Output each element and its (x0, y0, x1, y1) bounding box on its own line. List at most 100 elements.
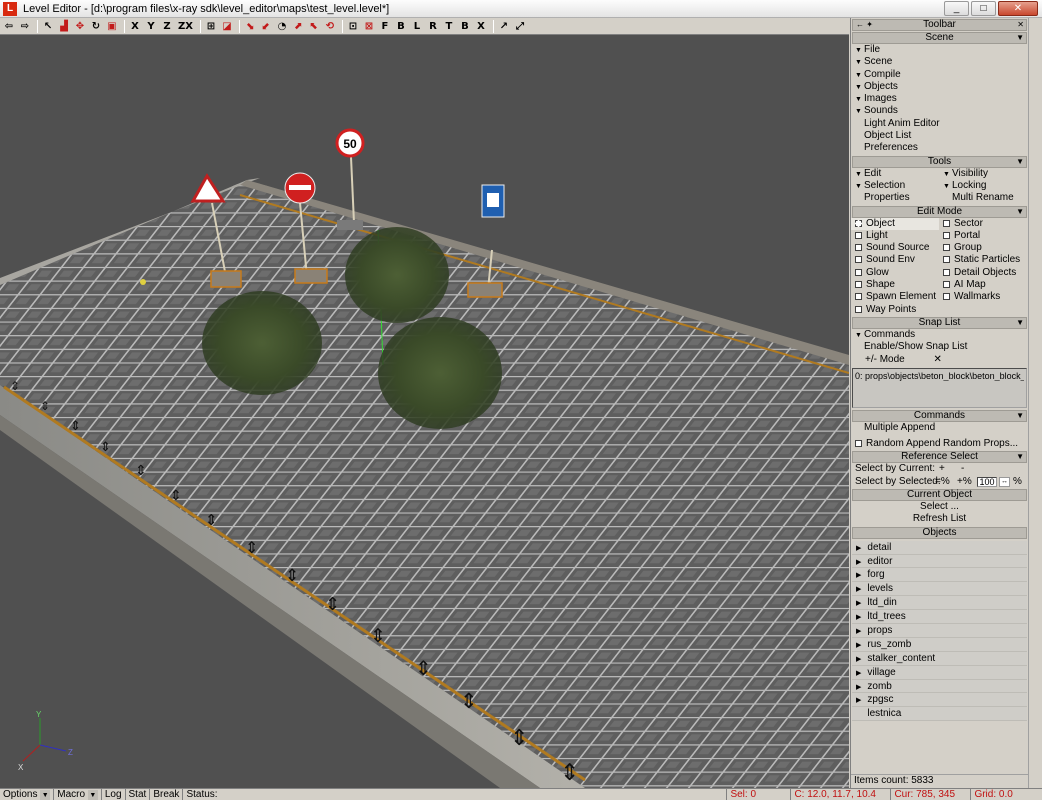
scene-menu-file[interactable]: ▼ File (851, 44, 1028, 56)
preferences-link[interactable]: Preferences (851, 142, 1028, 154)
view-back-button[interactable]: B (394, 19, 408, 34)
expand-arrow-icon[interactable]: ▶ (856, 697, 861, 704)
object-list-link[interactable]: Object List (851, 130, 1028, 142)
camera-mode-icon[interactable]: ↗ (497, 19, 511, 34)
undo-icon[interactable]: ⇦ (2, 19, 16, 34)
select-percent-input[interactable]: 100 (977, 476, 997, 487)
close-button[interactable]: ✕ (998, 1, 1038, 16)
edit-mode-sound-env[interactable]: Sound Env (851, 254, 939, 266)
tree-item[interactable]: ▶ props (852, 624, 1027, 638)
edit-mode-detail-objects[interactable]: Detail Objects (939, 267, 1027, 279)
scene-menu-sounds[interactable]: ▼ Sounds (851, 105, 1028, 117)
tree-item[interactable]: ▶ zomb (852, 680, 1027, 694)
options-menu[interactable]: Options ▼ (0, 789, 55, 800)
edit-mode-glow[interactable]: Glow (851, 267, 939, 279)
tree-item[interactable]: ▶ editor (852, 555, 1027, 569)
select-selected-plus-button[interactable]: +% (957, 476, 972, 488)
tree-item[interactable]: ▶ ltd_trees (852, 610, 1027, 624)
panel-pin-icon[interactable]: ← ✦ (856, 20, 873, 30)
section-reference-select-header[interactable]: Reference Select ▼ (852, 451, 1027, 464)
snap-angle-icon[interactable]: ◔ (275, 19, 289, 34)
scene-menu-images[interactable]: ▼ Images (851, 93, 1028, 105)
section-tools-header[interactable]: Tools ▼ (852, 155, 1027, 168)
expand-arrow-icon[interactable]: ▶ (856, 559, 861, 566)
objects-tree[interactable]: ▶ detail ▶ editor ▶ forg ▶ levels ▶ ltd_din ▶… (852, 540, 1027, 722)
light-anim-editor-link[interactable]: Light Anim Editor (851, 118, 1028, 130)
expand-arrow-icon[interactable]: ▶ (856, 684, 861, 691)
section-scene-header[interactable]: Scene ▼ (852, 32, 1027, 44)
collapse-icon[interactable]: ▼ (1016, 318, 1024, 328)
expand-arrow-icon[interactable]: ▶ (856, 600, 861, 607)
scene-menu-objects[interactable]: ▼ Objects (851, 81, 1028, 93)
collapse-icon[interactable]: ▼ (1016, 411, 1024, 421)
snap-vertex-icon[interactable]: ⬊ (243, 19, 257, 34)
tree-item[interactable]: ▶lestnica (852, 707, 1027, 722)
enable-snap-list-button[interactable]: Enable/Show Snap List (851, 341, 1028, 353)
random-props-button[interactable]: Random Props... (939, 438, 1027, 450)
scene-menu-scene[interactable]: ▼ Scene (851, 56, 1028, 68)
edit-mode-ai-map[interactable]: AI Map (939, 279, 1027, 291)
edit-mode-spawn-element[interactable]: Spawn Element (851, 291, 939, 303)
tree-item[interactable]: ▶ stalker_content (852, 652, 1027, 666)
expand-arrow-icon[interactable]: ▶ (856, 586, 861, 593)
rotate-tool-icon[interactable]: ↻ (89, 19, 103, 34)
view-reset-button[interactable]: X (474, 19, 488, 34)
select-object-button[interactable]: Select ... (851, 501, 1028, 513)
snap-rotate-icon[interactable]: ⟲ (323, 19, 337, 34)
expand-arrow-icon[interactable]: ▶ (856, 656, 861, 663)
tools-properties-button[interactable]: Properties (851, 192, 939, 204)
percent-spinner-icon[interactable]: ↔ (999, 476, 1010, 487)
snap-mode-toggle[interactable]: +/- Mode (865, 354, 905, 365)
snap-normal-icon[interactable]: ⬋ (259, 19, 273, 34)
collapse-icon[interactable]: ▼ (1016, 452, 1024, 462)
tree-item[interactable]: ▶ forg (852, 568, 1027, 583)
view-bottom-button[interactable]: B (458, 19, 472, 34)
break-button[interactable]: Break (150, 789, 184, 800)
maximize-button[interactable]: □ (971, 1, 996, 16)
add-object-icon[interactable]: ▟ (57, 19, 71, 34)
expand-arrow-icon[interactable]: ▶ (856, 628, 861, 635)
expand-arrow-icon[interactable]: ▶ (856, 572, 861, 579)
edit-mode-way-points[interactable]: Way Points (851, 304, 939, 316)
tree-item[interactable]: ▶ ltd_din (852, 596, 1027, 611)
random-append-checkbox[interactable]: Random Append (851, 438, 941, 450)
tools-locking[interactable]: ▼ Locking (939, 180, 1027, 192)
snap-move-icon[interactable]: ⬈ (291, 19, 305, 34)
collapse-icon[interactable]: ▼ (1016, 207, 1024, 217)
snap-list-entry[interactable]: 0: props\objects\beton_block\beton_block… (855, 371, 1024, 381)
view-right-button[interactable]: R (426, 19, 440, 34)
tree-item[interactable]: ▶ rus_zomb (852, 638, 1027, 652)
axis-zx-button[interactable]: ZX (176, 19, 195, 34)
panel-scrollbar[interactable] (1028, 18, 1042, 788)
expand-arrow-icon[interactable]: ▶ (856, 614, 861, 621)
tree-item[interactable]: ▶ village (852, 666, 1027, 680)
refresh-list-button[interactable]: Refresh List (851, 513, 1028, 525)
edit-mode-static-particles[interactable]: Static Particles (939, 254, 1027, 266)
snap-scale-icon[interactable]: ⬉ (307, 19, 321, 34)
snap-object-icon[interactable]: ◪ (220, 19, 234, 34)
log-button[interactable]: Log (102, 789, 126, 800)
tree-item[interactable]: ▶ detail (852, 541, 1027, 555)
select-selected-minus-button[interactable]: =% (935, 476, 950, 488)
snap-grid-icon[interactable]: ⊞ (204, 19, 218, 34)
zoom-extents-icon[interactable]: ⊡ (346, 19, 360, 34)
edit-mode-light[interactable]: Light (851, 230, 939, 242)
multiple-append-button[interactable]: Multiple Append (851, 422, 1028, 434)
tree-item[interactable]: ▶ levels (852, 582, 1027, 597)
macro-menu[interactable]: Macro ▼ (54, 789, 102, 800)
tools-edit[interactable]: ▼ Edit (851, 168, 939, 180)
edit-mode-group[interactable]: Group (939, 242, 1027, 254)
stat-button[interactable]: Stat (126, 789, 151, 800)
snap-commands-menu[interactable]: ▼ Commands (851, 329, 1028, 341)
expand-arrow-icon[interactable]: ▶ (856, 670, 861, 677)
collapse-icon[interactable]: ▼ (1016, 33, 1024, 43)
select-current-plus-button[interactable]: + (939, 463, 945, 475)
axis-x-button[interactable]: X (128, 19, 142, 34)
tools-selection[interactable]: ▼ Selection (851, 180, 939, 192)
axis-z-button[interactable]: Z (160, 19, 174, 34)
expand-arrow-icon[interactable]: ▶ (856, 642, 861, 649)
zoom-selected-icon[interactable]: ⊠ (362, 19, 376, 34)
edit-mode-sector[interactable]: Sector (939, 218, 1027, 230)
view-front-button[interactable]: F (378, 19, 392, 34)
edit-mode-sound-source[interactable]: Sound Source (851, 242, 939, 254)
